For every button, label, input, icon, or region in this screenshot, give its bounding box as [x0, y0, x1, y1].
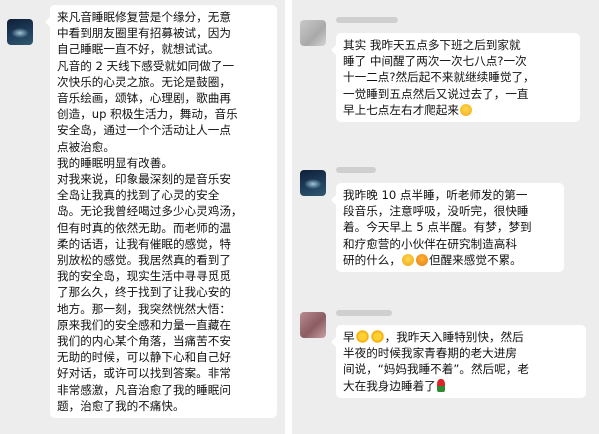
message-line: 别放松的感觉。我居然真的看到了: [57, 253, 231, 268]
message-line: 十一二点?然后起不来就继续睡觉了，: [343, 70, 535, 85]
blurred-sender-name: [336, 17, 398, 23]
message-line: 题，治愈了我的不痛快。: [57, 398, 185, 413]
message-line: 了那么久，终于找到了让我心安的: [57, 285, 231, 300]
blurred-sender-name: [336, 167, 376, 173]
sun-emoji: [370, 330, 384, 343]
message-line: 大在我身边睡着了: [343, 378, 579, 394]
message-line: 段音乐，注意呼吸，没听完，很快睡: [343, 204, 529, 219]
message-line: 无助的时候，可以静下心和自己好: [57, 350, 231, 365]
right-chat-screenshot: 其实 我昨天五点多下班之后到家就 睡了 中间醒了两次一次七八点?一次 十一二点?…: [292, 0, 599, 434]
message-line: 好对话，或许可以找到答案。非常: [57, 366, 231, 381]
message-line: 半夜的时候我家青春期的老大进房: [343, 346, 517, 361]
message-line: 点被治愈。: [57, 139, 115, 154]
shocked-emoji: [415, 253, 428, 266]
sender-avatar[interactable]: [7, 19, 33, 45]
message-line: 柔的话语，让我有催眠的感觉，特: [57, 236, 231, 251]
message-line: 我的安全岛，现实生活中寻寻觅觅: [57, 269, 231, 284]
message-line: 中看到朋友圈里有招募被试，因为: [57, 26, 231, 41]
message-line: 音乐绘画，颂钵，心理剧，歌曲再: [57, 91, 231, 106]
message-bubble: 其实 我昨天五点多下班之后到家就 睡了 中间醒了两次一次七八点?一次 十一二点?…: [331, 33, 580, 123]
message-line: 凡音的 2 天线下感受就如同做了一: [57, 58, 235, 73]
message-line: 睡了 中间醒了两次一次七八点?一次: [343, 54, 527, 69]
message-line: 我们的内心某个角落，当痛苦不安: [57, 334, 231, 349]
message-line: 早上七点左右才爬起来: [343, 102, 573, 118]
message-line: 创造，up 积极生活力，舞动，音乐: [57, 107, 238, 122]
message-line: 其实 我昨天五点多下班之后到家就: [343, 38, 521, 52]
message-line: 研的什么， 但醒来感觉不累。: [343, 252, 522, 267]
message-line: 来凡音睡眠修复营是个缘分，无意: [57, 10, 231, 24]
message-line: 自己睡眠一直不好，就想试试。: [57, 42, 220, 57]
message-line: 安全岛，通过一个个活动让人一点: [57, 123, 231, 138]
message-line: 次快乐的心灵之旅。无论是鼓圈，: [57, 74, 231, 89]
sender-avatar[interactable]: [300, 170, 326, 196]
message-line: 岛。无论我曾经喝过多少心灵鸡汤，: [57, 204, 243, 219]
message-line: 我昨晚 10 点半睡，听老师发的第一: [343, 188, 528, 202]
message-bubble: 来凡音睡眠修复营是个缘分，无意 中看到朋友圈里有招募被试，因为 自己睡眠一直不好…: [45, 5, 277, 419]
message-bubble: 我昨晚 10 点半睡，听老师发的第一 段音乐，注意呼吸，没听完，很快睡 着。今天…: [331, 183, 564, 273]
message-line: 一觉睡到五点然后又说过去了，一直: [343, 86, 529, 101]
sender-avatar[interactable]: [300, 20, 326, 46]
message-line: 地方。那一刻，我突然恍然大悟：: [57, 301, 231, 316]
message-line: 对我来说，印象最深刻的是音乐安: [57, 172, 231, 187]
left-chat-screenshot: 来凡音睡眠修复营是个缘分，无意 中看到朋友圈里有招募被试，因为 自己睡眠一直不好…: [0, 0, 285, 434]
smiling-sweat-emoji: [401, 253, 414, 266]
message-line: 着。今天早上 5 点半醒。有梦，梦到: [343, 220, 532, 235]
message-line: 我的睡眠明显有改善。: [57, 155, 173, 170]
message-line: 全岛让我真的找到了心灵的安全: [57, 188, 220, 203]
message-line: 早，我昨天入睡特别快，然后: [343, 330, 524, 344]
message-line: 间说，“妈妈我睡不着”。然后呢，老: [343, 362, 529, 377]
message-line: 原来我们的安全感和力量一直藏在: [57, 317, 231, 332]
blurred-sender-name: [336, 310, 392, 316]
message-bubble: 早，我昨天入睡特别快，然后 半夜的时候我家青春期的老大进房 间说，“妈妈我睡不着…: [331, 325, 586, 398]
sun-emoji: [355, 330, 369, 343]
message-line: 非常感激，凡音治愈了我的睡眠问: [57, 382, 231, 397]
message-line: 和疗愈营的小伙伴在研究制造高科: [343, 236, 517, 251]
laughing-sweat-emoji: [459, 103, 472, 116]
message-line: 但有时真的依然无助。而老师的温: [57, 220, 231, 235]
rose-emoji: [436, 378, 445, 392]
sender-avatar[interactable]: [300, 312, 326, 338]
